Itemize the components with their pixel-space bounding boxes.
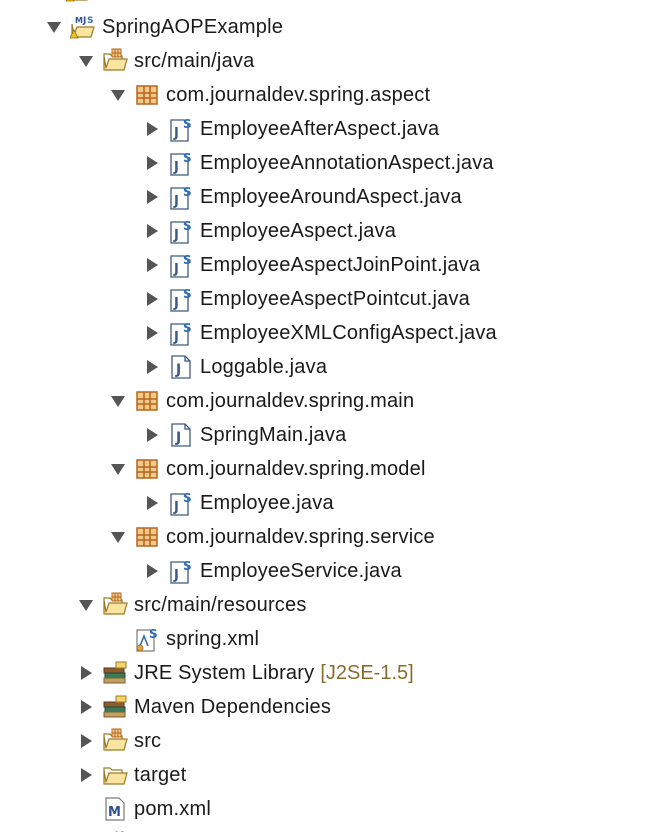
java-spring-file-icon (168, 116, 194, 142)
tree-item-label: com.journaldev.spring.model (166, 458, 426, 480)
tree-item-package-main[interactable]: com.journaldev.spring.main (108, 385, 414, 417)
tree-item-file[interactable]: EmployeeXMLConfigAspect.java (142, 317, 497, 349)
library-icon (102, 694, 128, 720)
tree-item-label: src (134, 730, 162, 752)
tree-item-label: EmployeeAnnotationAspect.java (200, 152, 494, 174)
source-folder-icon (102, 592, 128, 618)
tree-item-maven-dependencies[interactable]: Maven Dependencies (76, 691, 331, 723)
chevron-right-icon[interactable] (142, 323, 162, 343)
tree-item-src-main-resources[interactable]: src/main/resources (76, 589, 307, 621)
tree-item-file[interactable]: EmployeeService.java (142, 555, 402, 587)
chevron-right-icon[interactable] (142, 357, 162, 377)
tree-item-file[interactable]: Employee.java (142, 487, 334, 519)
clipped-row-top (0, 0, 662, 6)
tree-item-label: EmployeeService.java (200, 560, 402, 582)
tree-item-label: EmployeeAfterAspect.java (200, 118, 440, 140)
chevron-right-icon[interactable] (142, 187, 162, 207)
java-spring-file-icon (168, 150, 194, 176)
source-folder-icon (102, 728, 128, 754)
chevron-right-icon[interactable] (142, 119, 162, 139)
project-explorer-tree: SpringAOPExample src/main/java com.journ… (0, 0, 662, 832)
tree-item-label: src/main/resources (134, 594, 307, 616)
chevron-right-icon[interactable] (76, 663, 96, 683)
java-spring-file-icon (168, 286, 194, 312)
tree-item-file[interactable]: EmployeeAspect.java (142, 215, 396, 247)
java-spring-file-icon (168, 252, 194, 278)
tree-item-label: spring.xml (166, 628, 260, 650)
chevron-right-icon[interactable] (76, 765, 96, 785)
tree-item-label: EmployeeAspectJoinPoint.java (200, 254, 481, 276)
tree-item-label: SpringAOPExample (102, 16, 284, 38)
tree-item-target[interactable]: target (76, 759, 186, 791)
tree-item-label: pom.xml (134, 798, 211, 820)
tree-item-file[interactable]: EmployeeAfterAspect.java (142, 113, 439, 145)
chevron-down-icon[interactable] (108, 459, 128, 479)
tree-item-label: Maven Dependencies (134, 696, 332, 718)
tree-item-label: com.journaldev.spring.service (166, 526, 435, 548)
chevron-right-icon[interactable] (142, 561, 162, 581)
tree-item-label: SpringMain.java (200, 424, 347, 446)
chevron-down-icon[interactable] (44, 17, 64, 37)
tree-item-label: EmployeeAspect.java (200, 220, 397, 242)
tree-item-package-model[interactable]: com.journaldev.spring.model (108, 453, 426, 485)
spring-xml-file-icon (134, 626, 160, 652)
chevron-right-icon[interactable] (142, 493, 162, 513)
tree-item-file[interactable]: EmployeeAroundAspect.java (142, 181, 462, 213)
tree-item-file[interactable]: EmployeeAnnotationAspect.java (142, 147, 494, 179)
java-file-icon (168, 354, 194, 380)
tree-item-jre-library[interactable]: JRE System Library [J2SE-1.5] (76, 657, 414, 689)
clipped-row-bottom (0, 826, 662, 832)
package-icon (134, 388, 160, 414)
tree-item-package-aspect[interactable]: com.journaldev.spring.aspect (108, 79, 430, 111)
folder-icon (102, 762, 128, 788)
tree-item-file[interactable]: Loggable.java (142, 351, 327, 383)
chevron-right-icon[interactable] (76, 731, 96, 751)
chevron-down-icon[interactable] (76, 51, 96, 71)
maven-java-project-icon (70, 14, 96, 40)
java-spring-file-icon (168, 490, 194, 516)
tree-item-label: Loggable.java (200, 356, 328, 378)
tree-item-label: target (134, 764, 187, 786)
chevron-right-icon[interactable] (142, 425, 162, 445)
tree-item-src[interactable]: src (76, 725, 161, 757)
source-folder-icon (102, 48, 128, 74)
chevron-right-icon[interactable] (142, 221, 162, 241)
chevron-right-icon[interactable] (142, 255, 162, 275)
jre-version-decoration: [J2SE-1.5] (320, 662, 414, 684)
chevron-down-icon[interactable] (76, 595, 96, 615)
package-icon (134, 82, 160, 108)
chevron-down-icon[interactable] (108, 85, 128, 105)
tree-item-project[interactable]: SpringAOPExample (44, 11, 283, 43)
tree-item-pom[interactable]: pom.xml (76, 793, 211, 825)
chevron-right-icon[interactable] (142, 153, 162, 173)
tree-item-label: src/main/java (134, 50, 255, 72)
tree-item-file[interactable]: EmployeeAspectJoinPoint.java (142, 249, 480, 281)
package-icon (134, 456, 160, 482)
library-icon (102, 660, 128, 686)
package-icon (134, 524, 160, 550)
java-file-icon (168, 422, 194, 448)
chevron-down-icon[interactable] (108, 391, 128, 411)
tree-item-label: EmployeeAroundAspect.java (200, 186, 462, 208)
tree-item-file[interactable]: SpringMain.java (142, 419, 346, 451)
chevron-right-icon[interactable] (76, 697, 96, 717)
tree-item-spring-xml[interactable]: spring.xml (108, 623, 259, 655)
tree-item-label: EmployeeAspectPointcut.java (200, 288, 470, 310)
tree-item-label: JRE System Library (134, 662, 315, 684)
tree-item-src-main-java[interactable]: src/main/java (76, 45, 254, 77)
maven-pom-icon (102, 796, 128, 822)
tree-item-label: com.journaldev.spring.main (166, 390, 415, 412)
java-spring-file-icon (168, 184, 194, 210)
maven-java-project-icon (66, 0, 92, 3)
java-spring-file-icon (168, 320, 194, 346)
tree-item-package-service[interactable]: com.journaldev.spring.service (108, 521, 435, 553)
chevron-right-icon[interactable] (142, 289, 162, 309)
tree-item-label: com.journaldev.spring.aspect (166, 84, 431, 106)
tree-item-label: Employee.java (200, 492, 334, 514)
chevron-down-icon[interactable] (108, 527, 128, 547)
java-spring-file-icon (168, 218, 194, 244)
java-spring-file-icon (168, 558, 194, 584)
tree-item-file[interactable]: EmployeeAspectPointcut.java (142, 283, 470, 315)
tree-item-label: EmployeeXMLConfigAspect.java (200, 322, 497, 344)
